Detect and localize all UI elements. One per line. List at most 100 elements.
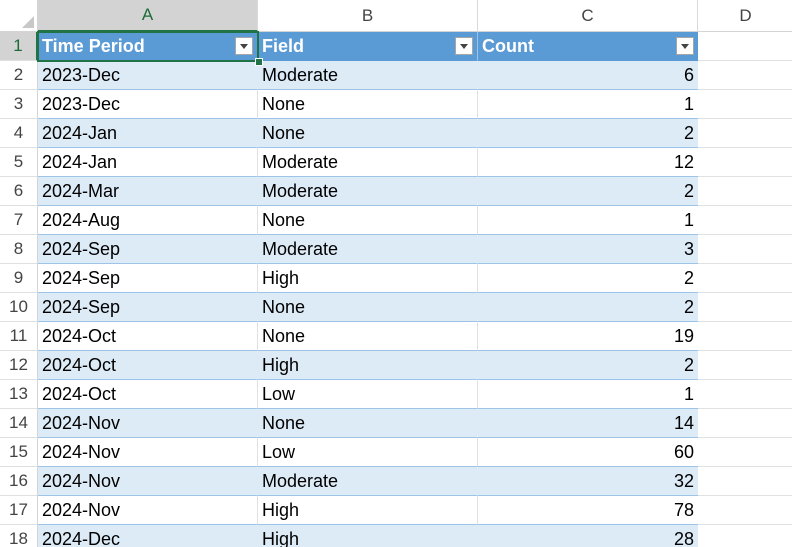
table-cell[interactable]: 2024-Oct bbox=[38, 322, 258, 351]
select-all-button[interactable] bbox=[0, 0, 38, 32]
table-cell[interactable]: 2024-Aug bbox=[38, 206, 258, 235]
filter-dropdown-button[interactable] bbox=[676, 37, 694, 55]
column-header-a[interactable]: A bbox=[38, 0, 258, 32]
table-row: 2024-Nov Moderate 32 bbox=[38, 467, 792, 496]
table-cell[interactable]: Moderate bbox=[258, 235, 478, 264]
empty-cell[interactable] bbox=[698, 32, 792, 61]
row-header[interactable]: 17 bbox=[0, 496, 38, 525]
table-cell[interactable]: Moderate bbox=[258, 148, 478, 177]
table-cell[interactable]: 32 bbox=[478, 467, 698, 496]
table-cell[interactable]: 2 bbox=[478, 119, 698, 148]
table-cell[interactable]: 2024-Jan bbox=[38, 119, 258, 148]
table-cell[interactable]: 19 bbox=[478, 322, 698, 351]
table-cell[interactable]: 1 bbox=[478, 90, 698, 119]
table-cell[interactable]: 2 bbox=[478, 177, 698, 206]
empty-cell[interactable] bbox=[698, 496, 792, 525]
empty-cell[interactable] bbox=[698, 148, 792, 177]
table-cell[interactable]: 2023-Dec bbox=[38, 61, 258, 90]
table-cell[interactable]: 6 bbox=[478, 61, 698, 90]
empty-cell[interactable] bbox=[698, 380, 792, 409]
table-cell[interactable]: 3 bbox=[478, 235, 698, 264]
filter-dropdown-button[interactable] bbox=[235, 37, 253, 55]
table-cell[interactable]: Moderate bbox=[258, 467, 478, 496]
table-cell[interactable]: 78 bbox=[478, 496, 698, 525]
empty-cell[interactable] bbox=[698, 206, 792, 235]
table-cell[interactable]: 2 bbox=[478, 293, 698, 322]
table-cell[interactable]: None bbox=[258, 293, 478, 322]
row-header[interactable]: 14 bbox=[0, 409, 38, 438]
table-cell[interactable]: None bbox=[258, 119, 478, 148]
table-cell[interactable]: None bbox=[258, 90, 478, 119]
table-cell[interactable]: High bbox=[258, 351, 478, 380]
row-header[interactable]: 9 bbox=[0, 264, 38, 293]
table-cell[interactable]: None bbox=[258, 409, 478, 438]
empty-cell[interactable] bbox=[698, 351, 792, 380]
table-cell[interactable]: 2024-Oct bbox=[38, 351, 258, 380]
table-cell[interactable]: High bbox=[258, 525, 478, 547]
row-header[interactable]: 4 bbox=[0, 119, 38, 148]
table-cell[interactable]: 1 bbox=[478, 206, 698, 235]
table-cell[interactable]: 2024-Nov bbox=[38, 409, 258, 438]
filter-dropdown-button[interactable] bbox=[455, 37, 473, 55]
row-header[interactable]: 12 bbox=[0, 351, 38, 380]
empty-cell[interactable] bbox=[698, 322, 792, 351]
empty-cell[interactable] bbox=[698, 119, 792, 148]
table-cell[interactable]: 2 bbox=[478, 351, 698, 380]
column-header-b[interactable]: B bbox=[258, 0, 478, 32]
row-header[interactable]: 6 bbox=[0, 177, 38, 206]
table-cell[interactable]: 2024-Dec bbox=[38, 525, 258, 547]
table-cell[interactable]: 2 bbox=[478, 264, 698, 293]
table-cell[interactable]: Moderate bbox=[258, 61, 478, 90]
row-header[interactable]: 10 bbox=[0, 293, 38, 322]
table-header-cell[interactable]: Count bbox=[478, 32, 698, 61]
row-header[interactable]: 5 bbox=[0, 148, 38, 177]
table-cell[interactable]: 12 bbox=[478, 148, 698, 177]
table-cell[interactable]: High bbox=[258, 496, 478, 525]
row-header[interactable]: 7 bbox=[0, 206, 38, 235]
row-header[interactable]: 18 bbox=[0, 525, 38, 547]
table-cell[interactable]: 2024-Jan bbox=[38, 148, 258, 177]
column-header-c[interactable]: C bbox=[478, 0, 698, 32]
row-header[interactable]: 8 bbox=[0, 235, 38, 264]
row-header[interactable]: 16 bbox=[0, 467, 38, 496]
table-cell[interactable]: 28 bbox=[478, 525, 698, 547]
empty-cell[interactable] bbox=[698, 235, 792, 264]
table-cell[interactable]: Low bbox=[258, 380, 478, 409]
table-cell[interactable]: 2024-Sep bbox=[38, 293, 258, 322]
table-cell[interactable]: 2024-Sep bbox=[38, 235, 258, 264]
table-cell[interactable]: Moderate bbox=[258, 177, 478, 206]
row-header[interactable]: 15 bbox=[0, 438, 38, 467]
row-header[interactable]: 11 bbox=[0, 322, 38, 351]
table-cell[interactable]: 2024-Nov bbox=[38, 496, 258, 525]
row-header[interactable]: 1 bbox=[0, 32, 38, 61]
table-header-cell[interactable]: Time Period bbox=[38, 32, 258, 61]
table-header-label: Time Period bbox=[42, 35, 145, 56]
table-cell[interactable]: 2024-Nov bbox=[38, 467, 258, 496]
table-cell[interactable]: 14 bbox=[478, 409, 698, 438]
empty-cell[interactable] bbox=[698, 90, 792, 119]
row-header[interactable]: 2 bbox=[0, 61, 38, 90]
table-cell[interactable]: 2024-Nov bbox=[38, 438, 258, 467]
empty-cell[interactable] bbox=[698, 61, 792, 90]
column-header-d[interactable]: D bbox=[698, 0, 792, 32]
empty-cell[interactable] bbox=[698, 264, 792, 293]
table-cell[interactable]: Low bbox=[258, 438, 478, 467]
table-cell[interactable]: None bbox=[258, 206, 478, 235]
row-header[interactable]: 13 bbox=[0, 380, 38, 409]
empty-cell[interactable] bbox=[698, 293, 792, 322]
table-cell[interactable]: 2023-Dec bbox=[38, 90, 258, 119]
table-cell[interactable]: High bbox=[258, 264, 478, 293]
table-cell[interactable]: 2024-Mar bbox=[38, 177, 258, 206]
row-header[interactable]: 3 bbox=[0, 90, 38, 119]
empty-cell[interactable] bbox=[698, 409, 792, 438]
empty-cell[interactable] bbox=[698, 177, 792, 206]
empty-cell[interactable] bbox=[698, 525, 792, 547]
empty-cell[interactable] bbox=[698, 467, 792, 496]
table-cell[interactable]: None bbox=[258, 322, 478, 351]
table-cell[interactable]: 2024-Sep bbox=[38, 264, 258, 293]
table-cell[interactable]: 1 bbox=[478, 380, 698, 409]
empty-cell[interactable] bbox=[698, 438, 792, 467]
table-header-cell[interactable]: Field bbox=[258, 32, 478, 61]
table-cell[interactable]: 60 bbox=[478, 438, 698, 467]
table-cell[interactable]: 2024-Oct bbox=[38, 380, 258, 409]
